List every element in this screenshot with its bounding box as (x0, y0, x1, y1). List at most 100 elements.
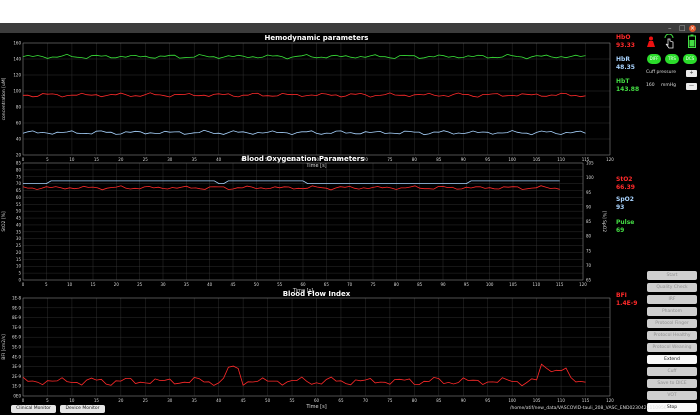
y-tick-label: 1E-9 (12, 384, 22, 389)
y2-tick-label: 70 (586, 263, 592, 268)
y-tick-label: 2E-9 (12, 374, 22, 379)
x-tick-label: 70 (363, 398, 369, 403)
x-tick-label: 35 (192, 398, 198, 403)
x-tick-label: 80 (412, 157, 418, 162)
y2-tick-label: 100 (586, 175, 594, 180)
hbo-label: HbO (616, 34, 631, 41)
y-tick-label: 10 (16, 264, 22, 269)
cuff-pressure-value: 160 (646, 83, 655, 88)
y-tick-label: 40 (16, 137, 22, 142)
x-tick-label: 35 (192, 157, 198, 162)
vot-button[interactable]: VOT (647, 391, 697, 400)
y-tick-label: 100 (13, 89, 21, 94)
clinical-monitor-button[interactable]: Clinical Monitor (11, 405, 56, 413)
hbr-value: 48.35 (616, 64, 635, 71)
x-tick-label: 100 (508, 157, 516, 162)
x-tick-label: 110 (557, 398, 565, 403)
maximize-button[interactable]: □ (679, 23, 686, 33)
y-tick-label: 4E-9 (12, 354, 22, 359)
y-tick-label: 60 (16, 195, 22, 200)
x-tick-label: 30 (160, 282, 166, 287)
y-tick-label: 1E-8 (12, 296, 22, 301)
x-tick-label: 105 (509, 282, 517, 287)
x-tick-label: 40 (207, 282, 213, 287)
extend-button[interactable]: Extend (647, 355, 697, 364)
y-tick-label: 65 (16, 188, 22, 193)
x-tick-label: 10 (69, 398, 75, 403)
quality-check-button[interactable]: Quality Check (647, 283, 697, 292)
person-alert-icon (647, 36, 655, 47)
protocol-finger-button[interactable]: Protocol Finger (647, 319, 697, 328)
hbr-readout: HbR 48.35 (616, 56, 635, 72)
bfi-value: 1.4E-9 (616, 300, 638, 307)
cuff-increase-button[interactable]: + (686, 70, 697, 77)
diff-status-pill[interactable]: DIFF (647, 54, 661, 64)
phantom-button[interactable]: Phantom (647, 307, 697, 316)
x-tick-label: 120 (579, 282, 587, 287)
trs-status-pill[interactable]: TRS (665, 54, 679, 64)
y-tick-label: 20 (16, 153, 22, 158)
sto2-label: StO2 (616, 176, 633, 183)
application-window: – □ × Hemodynamic parameters 20 40 60 80 100 1… (0, 23, 700, 415)
x-tick-label: 15 (94, 398, 100, 403)
close-button[interactable]: × (689, 24, 696, 32)
y-tick-label: 45 (16, 216, 22, 221)
hbt-label: HbT (616, 78, 630, 85)
sto2-readout: StO2 66.39 (616, 176, 635, 192)
series-line-hbt (22, 53, 586, 60)
y-tick-label: 60 (16, 121, 22, 126)
y-tick-label: 5E-9 (12, 345, 22, 350)
data-file-path: /home/atif/new_data/VASCOVID-tauli_208_V… (510, 406, 667, 411)
protocol-weaning-button[interactable]: Protocol Weaning (647, 343, 697, 352)
x-tick-label: 60 (300, 282, 306, 287)
x-axis-label: Time [s] (305, 163, 326, 169)
pulse-value: 69 (616, 227, 625, 234)
y-tick-label: 25 (16, 243, 22, 248)
dcs-status-pill[interactable]: DCS (683, 54, 697, 64)
hbt-value: 143.88 (616, 86, 640, 93)
x-tick-label: 65 (338, 398, 344, 403)
x-tick-label: 100 (508, 398, 516, 403)
spo2-label: SpO2 (616, 196, 634, 203)
hbt-readout: HbT 143.88 (616, 78, 639, 94)
y2-tick-label: 95 (586, 190, 592, 195)
y-tick-label: 7E-9 (12, 325, 22, 330)
touch-hand-icon (664, 34, 674, 49)
x-tick-label: 50 (254, 282, 260, 287)
x-tick-label: 115 (582, 398, 590, 403)
x-tick-label: 25 (143, 398, 149, 403)
y-tick-label: 15 (16, 257, 22, 262)
x-tick-label: 25 (137, 282, 143, 287)
y-tick-label: 75 (16, 174, 22, 179)
device-monitor-button[interactable]: Device Monitor (60, 405, 105, 413)
protocol-healthy-button[interactable]: Protocol Healthy (647, 331, 697, 340)
x-tick-label: 65 (324, 282, 330, 287)
x-tick-label: 75 (387, 398, 393, 403)
y-tick-label: 80 (16, 105, 22, 110)
x-tick-label: 110 (557, 157, 565, 162)
series-line-spo2 (23, 180, 560, 184)
x-tick-label: 100 (486, 282, 494, 287)
y-axis-label: BFI [cm2/s] (1, 334, 7, 360)
x-tick-label: 50 (265, 398, 271, 403)
bfi-readout: BFI 1.4E-9 (616, 292, 637, 308)
minimize-button[interactable]: – (668, 23, 672, 33)
save-to-dice-button[interactable]: Save to DICE (647, 379, 697, 388)
y-tick-label: 85 (16, 161, 22, 166)
cuff-decrease-button[interactable]: — (686, 83, 697, 90)
x-tick-label: 110 (533, 282, 541, 287)
charts-canvas: Hemodynamic parameters204060801001201401… (1, 34, 614, 410)
sto2-value: 66.39 (616, 184, 635, 191)
start-button[interactable]: Start (647, 271, 697, 280)
y2-tick-label: 85 (586, 219, 592, 224)
x-tick-label: 95 (485, 157, 491, 162)
irf-button[interactable]: IRF (647, 295, 697, 304)
y2-tick-label: 65 (586, 278, 592, 283)
cuff-button[interactable]: Cuff (647, 367, 697, 376)
x-tick-label: 105 (533, 398, 541, 403)
x-tick-label: 15 (90, 282, 96, 287)
x-tick-label: 115 (556, 282, 564, 287)
bfi-label: BFI (616, 292, 627, 299)
pulse-label: Pulse (616, 219, 635, 226)
x-tick-label: 45 (241, 398, 247, 403)
